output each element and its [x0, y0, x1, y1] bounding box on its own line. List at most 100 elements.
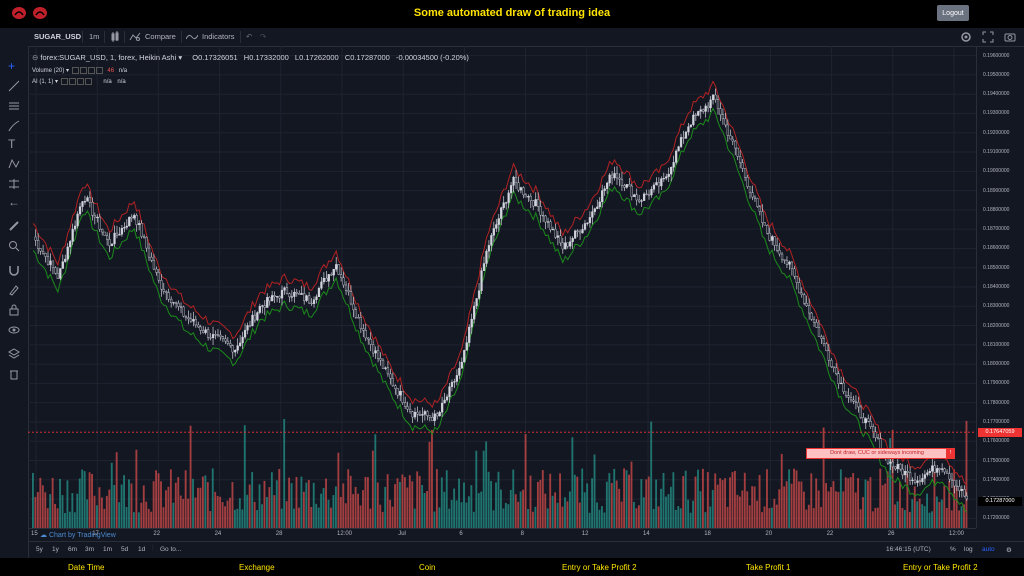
range-1y[interactable]: 1y — [52, 546, 59, 553]
candle-body — [428, 415, 431, 418]
tradingview-logo[interactable]: ☁ Chart by TradingView — [40, 531, 116, 539]
trash-icon[interactable] — [8, 368, 20, 380]
volume-bar — [689, 512, 692, 528]
volume-bar — [630, 461, 633, 528]
logout-button[interactable]: Logout — [937, 5, 969, 21]
range-1d[interactable]: 1d — [138, 546, 145, 553]
range-6m[interactable]: 6m — [68, 546, 77, 553]
camera-icon[interactable] — [1004, 31, 1016, 43]
volume-bar — [775, 504, 778, 528]
candle-body — [229, 343, 232, 346]
range-5d[interactable]: 5d — [121, 546, 128, 553]
lock-icon[interactable] — [8, 304, 20, 316]
volume-bar — [347, 469, 350, 528]
candle-body — [918, 480, 922, 483]
volume-bar — [734, 470, 736, 528]
candle-body — [596, 206, 599, 209]
symbol-search[interactable]: SUGAR_USD — [34, 32, 81, 41]
volume-bar — [61, 495, 64, 528]
candle-body — [56, 273, 59, 279]
brush-icon[interactable] — [8, 120, 20, 132]
volume-bar — [44, 492, 47, 528]
volume-bar — [268, 487, 271, 528]
volume-bar — [465, 502, 468, 528]
volume-bar — [830, 487, 832, 528]
legend-open: 0.17326051 — [198, 53, 238, 62]
auto-toggle[interactable]: auto — [982, 546, 995, 553]
eye-icon[interactable] — [8, 324, 20, 336]
text-tool-icon[interactable]: T — [8, 138, 20, 150]
candle-body — [275, 296, 279, 298]
stay-drawing-icon[interactable] — [8, 284, 20, 296]
range-5y[interactable]: 5y — [36, 546, 43, 553]
last-price-tag: 0.17287000 — [978, 497, 1022, 507]
volume-bar — [64, 512, 66, 528]
fullscreen-icon[interactable] — [982, 31, 994, 43]
compare-button[interactable]: Compare — [145, 32, 176, 41]
log-toggle[interactable]: log — [964, 546, 973, 553]
volume-bar — [738, 496, 741, 528]
fib-icon[interactable] — [8, 100, 20, 112]
candle-body — [83, 201, 87, 203]
pattern-icon[interactable] — [8, 158, 20, 170]
back-arrow-icon[interactable]: ← — [8, 196, 20, 208]
volume-bar — [613, 468, 616, 528]
compare-icon[interactable] — [129, 32, 141, 42]
candle-body — [729, 135, 732, 140]
volume-bar — [766, 469, 768, 528]
volume-bar — [278, 468, 281, 528]
time-axis[interactable]: 15 17 22 24 28 12:00 Jul 6 8 12 14 18 20 22 26 12:00 — [28, 528, 976, 541]
candle-body — [911, 479, 914, 481]
axis-settings-icon[interactable]: ⚙ — [1006, 546, 1012, 554]
undo-icon[interactable]: ↶ — [246, 32, 252, 41]
range-1m[interactable]: 1m — [103, 546, 112, 553]
price-axis[interactable]: 0.19600000 0.19500000 0.19400000 0.19300000… — [976, 46, 1024, 528]
candle-body — [155, 268, 158, 273]
volume-bar — [123, 475, 125, 528]
volume-bar — [571, 437, 574, 528]
candle-body — [711, 94, 715, 101]
volume-bar — [384, 486, 387, 528]
percent-toggle[interactable]: % — [950, 546, 956, 553]
volume-bar — [923, 506, 926, 528]
trend-line-icon[interactable] — [8, 80, 20, 92]
candle-body — [702, 109, 705, 112]
indicators-icon[interactable] — [186, 33, 198, 41]
volume-bar — [716, 484, 719, 528]
volume-bar — [761, 512, 763, 528]
legend-symbol[interactable]: forex:SUGAR_USD, 1, forex, Heikin Ashi — [40, 53, 176, 62]
volume-bar — [768, 508, 771, 528]
candle-body — [386, 367, 390, 375]
candle-body — [450, 381, 454, 387]
candle-body — [832, 366, 835, 369]
prediction-icon[interactable] — [8, 178, 20, 190]
volume-bar — [157, 473, 160, 528]
zoom-icon[interactable] — [8, 240, 20, 252]
ruler-icon[interactable] — [8, 220, 20, 232]
volume-bar — [596, 502, 598, 528]
candle-body — [436, 413, 439, 417]
footer-entry-tp2-b: Entry or Take Profit 2 — [903, 563, 978, 572]
magnet-icon[interactable] — [8, 264, 20, 276]
candle-body — [773, 236, 776, 246]
candle-body — [211, 334, 215, 339]
volume-bar — [46, 508, 49, 528]
candle-body — [576, 230, 579, 232]
volume-bar — [86, 499, 89, 528]
volume-bar — [330, 507, 332, 528]
volume-bar — [674, 509, 677, 528]
redo-icon[interactable]: ↷ — [260, 32, 266, 41]
settings-gear-icon[interactable] — [960, 31, 972, 43]
candle-style-icon[interactable] — [110, 31, 120, 43]
goto-button[interactable]: Go to... — [160, 546, 181, 553]
indicators-button[interactable]: Indicators — [202, 32, 235, 41]
crosshair-icon[interactable]: + — [8, 60, 20, 72]
candle-body — [221, 336, 225, 339]
candle-body — [248, 325, 252, 327]
volume-bar — [120, 484, 123, 528]
candle-body — [812, 319, 816, 323]
range-3m[interactable]: 3m — [85, 546, 94, 553]
layers-icon[interactable] — [8, 348, 20, 360]
interval-button[interactable]: 1m — [89, 32, 99, 41]
alert-close-icon[interactable]: ! — [946, 448, 955, 459]
